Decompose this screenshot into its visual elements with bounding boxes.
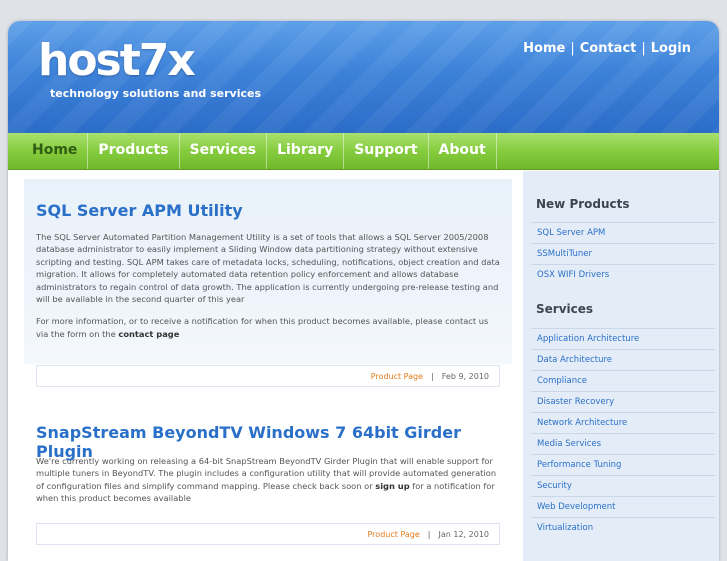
top-link-separator: |: [570, 41, 575, 56]
page-frame: host7x technology solutions and services…: [8, 21, 719, 561]
sidebar-item-performance-tuning[interactable]: Performance Tuning: [531, 454, 715, 475]
post-date: Jan 12, 2010: [438, 530, 490, 539]
new-products-list: SQL Server APM SSMultiTuner OSX WIFI Dri…: [531, 222, 715, 285]
main-content: SQL Server APM Utility The SQL Server Au…: [24, 179, 512, 545]
sidebar-item-ssmultituner[interactable]: SSMultiTuner: [531, 243, 715, 264]
nav-item-library[interactable]: Library: [267, 133, 345, 169]
post-body: The SQL Server Automated Partition Manag…: [36, 231, 501, 350]
sidebar: New Products SQL Server APM SSMultiTuner…: [523, 171, 719, 561]
main-nav: Home Products Services Library Support A…: [8, 133, 719, 170]
post-body: We're currently working on releasing a 6…: [36, 455, 501, 515]
sidebar-item-virtualization[interactable]: Virtualization: [531, 517, 715, 538]
sidebar-item-osx-wifi-drivers[interactable]: OSX WIFI Drivers: [531, 264, 715, 285]
post-meta: Product Page | Jan 12, 2010: [36, 523, 500, 545]
meta-separator: |: [427, 530, 431, 539]
post-title[interactable]: SQL Server APM Utility: [36, 201, 243, 220]
sidebar-item-application-architecture[interactable]: Application Architecture: [531, 328, 715, 349]
sidebar-item-sql-server-apm[interactable]: SQL Server APM: [531, 222, 715, 243]
new-products-heading: New Products: [536, 197, 630, 211]
product-page-link[interactable]: Product Page: [368, 530, 420, 539]
post-text: For more information, or to receive a no…: [36, 316, 489, 339]
site-header: host7x technology solutions and services…: [8, 21, 719, 133]
sidebar-item-media-services[interactable]: Media Services: [531, 433, 715, 454]
sidebar-item-data-architecture[interactable]: Data Architecture: [531, 349, 715, 370]
sidebar-item-disaster-recovery[interactable]: Disaster Recovery: [531, 391, 715, 412]
nav-item-services[interactable]: Services: [180, 133, 268, 169]
top-link-contact[interactable]: Contact: [580, 41, 637, 56]
sidebar-item-security[interactable]: Security: [531, 475, 715, 496]
nav-item-products[interactable]: Products: [88, 133, 180, 169]
sign-up-link[interactable]: sign up: [375, 481, 409, 491]
post-paragraph: For more information, or to receive a no…: [36, 315, 501, 340]
services-heading: Services: [536, 302, 594, 316]
services-list: Application Architecture Data Architectu…: [531, 328, 715, 538]
meta-separator: |: [431, 372, 434, 381]
nav-item-about[interactable]: About: [429, 133, 497, 169]
post-date: Feb 9, 2010: [441, 372, 489, 381]
post-paragraph: We're currently working on releasing a 6…: [36, 455, 501, 505]
sidebar-item-compliance[interactable]: Compliance: [531, 370, 715, 391]
post-sql-apm: SQL Server APM Utility The SQL Server Au…: [24, 179, 512, 387]
top-link-login[interactable]: Login: [651, 41, 691, 56]
nav-item-home[interactable]: Home: [22, 133, 89, 169]
site-logo[interactable]: host7x: [38, 35, 196, 86]
sidebar-item-network-architecture[interactable]: Network Architecture: [531, 412, 715, 433]
site-tagline: technology solutions and services: [50, 87, 262, 100]
post-paragraph: The SQL Server Automated Partition Manag…: [36, 232, 500, 305]
post-beyondtv-plugin: SnapStream BeyondTV Windows 7 64bit Gird…: [24, 399, 512, 561]
top-link-home[interactable]: Home: [523, 41, 565, 56]
contact-page-link[interactable]: contact page: [118, 329, 179, 339]
top-links: Home | Contact | Login: [523, 41, 691, 56]
top-link-separator: |: [641, 41, 646, 56]
product-page-link[interactable]: Product Page: [371, 372, 423, 381]
nav-item-support[interactable]: Support: [344, 133, 429, 169]
post-meta: Product Page | Feb 9, 2010: [36, 365, 500, 387]
sidebar-item-web-development[interactable]: Web Development: [531, 496, 715, 517]
